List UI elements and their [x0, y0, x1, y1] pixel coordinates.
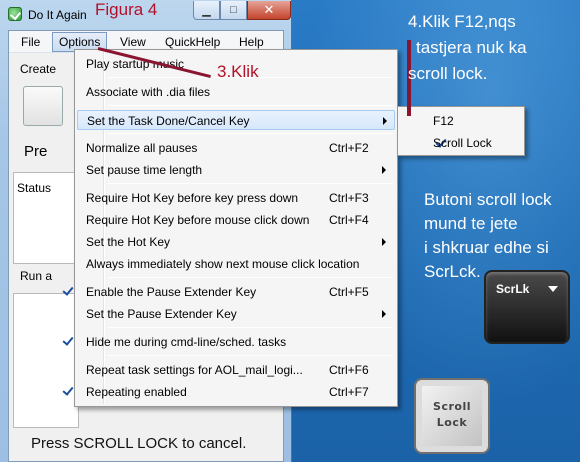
step3-label: 3.Klik [217, 62, 259, 81]
scroll-lock-key-image: Scroll Lock [414, 378, 490, 454]
menu-file[interactable]: File [21, 35, 40, 49]
task-list[interactable] [13, 293, 79, 428]
scrlk-key-label: ScrLk [496, 282, 530, 296]
menu-item-repeating-enabled[interactable]: Repeating enabled Ctrl+F7 [77, 382, 395, 402]
menu-item-associate-dia[interactable]: Associate with .dia files [77, 82, 395, 102]
minimize-button[interactable]: ▁ [193, 1, 220, 20]
menu-separator [108, 327, 393, 328]
menu-separator [108, 105, 393, 106]
menu-item-hotkey-keypress[interactable]: Require Hot Key before key press down Ctr… [77, 188, 395, 208]
menu-item-enable-pause-extender[interactable]: Enable the Pause Extender Key Ctrl+F5 [77, 282, 395, 302]
menu-item-normalize-pauses[interactable]: Normalize all pauses Ctrl+F2 [77, 138, 395, 158]
menu-item-show-click-location[interactable]: Always immediately show next mouse click… [77, 254, 395, 274]
status-panel: Status [13, 172, 79, 264]
run-label: Run a [20, 269, 53, 283]
submenu-arrow-icon [383, 117, 387, 125]
step4-note-line3: scroll lock. [408, 64, 488, 83]
scrlk-key-image: ScrLk [484, 270, 570, 344]
menu-view[interactable]: View [120, 35, 146, 49]
scroll-lock-key-label-2: Lock [436, 416, 468, 429]
menu-help[interactable]: Help [239, 35, 264, 49]
menu-quickhelp[interactable]: QuickHelp [165, 35, 220, 49]
cancel-hint: Press SCROLL LOCK to cancel. [31, 435, 247, 452]
menu-item-hotkey-mouseclick[interactable]: Require Hot Key before mouse click down C… [77, 210, 395, 230]
menu-item-set-hotkey[interactable]: Set the Hot Key [77, 232, 395, 252]
submenu-item-scroll-lock[interactable]: Scroll Lock [400, 133, 522, 153]
maximize-button[interactable]: □ [220, 1, 247, 20]
scroll-lock-note-line3: i shkruar edhe si [424, 238, 549, 257]
checkmark-icon [60, 284, 76, 299]
app-check-icon [8, 7, 22, 21]
menu-item-repeat-settings[interactable]: Repeat task settings for AOL_mail_logi..… [77, 360, 395, 380]
menu-separator [108, 133, 393, 134]
cancel-key-submenu: F12 Scroll Lock [397, 106, 525, 156]
checkmark-icon [60, 384, 76, 399]
submenu-arrow-icon [382, 310, 386, 318]
pre-label: Pre [24, 143, 48, 160]
scroll-lock-note-line4: ScrLck. [424, 262, 481, 281]
step4-note-line1: 4.Klik F12,nqs [408, 12, 516, 31]
scroll-lock-note-line1: Butoni scroll lock [424, 190, 552, 209]
checkmark-icon [60, 334, 76, 349]
scroll-lock-note-line2: mund te jete [424, 214, 518, 233]
menu-item-set-cancel-key[interactable]: Set the Task Done/Cancel Key [77, 110, 395, 130]
window-title: Do It Again [28, 8, 87, 22]
options-menu: Play startup music Associate with .dia f… [74, 49, 398, 407]
caption-buttons: ▁ □ ✕ [193, 1, 291, 21]
step4-note-line2: tastjera nuk ka [416, 38, 527, 57]
create-label: Create [20, 62, 57, 76]
menu-item-pause-length[interactable]: Set pause time length [77, 160, 395, 180]
submenu-item-f12[interactable]: F12 [400, 111, 522, 131]
figure-label: Figura 4 [95, 0, 158, 19]
submenu-arrow-icon [382, 238, 386, 246]
menu-separator [108, 183, 393, 184]
close-button[interactable]: ✕ [247, 1, 291, 20]
action-button[interactable] [23, 86, 63, 126]
menu-item-set-pause-extender[interactable]: Set the Pause Extender Key [77, 304, 395, 324]
down-arrow-icon [548, 286, 558, 292]
menu-separator [108, 355, 393, 356]
status-label: Status [17, 181, 52, 195]
menu-separator [108, 277, 393, 278]
scroll-lock-key-label-1: Scroll [433, 400, 471, 413]
submenu-arrow-icon [382, 166, 386, 174]
menu-item-hide-during-tasks[interactable]: Hide me during cmd-line/sched. tasks [77, 332, 395, 352]
